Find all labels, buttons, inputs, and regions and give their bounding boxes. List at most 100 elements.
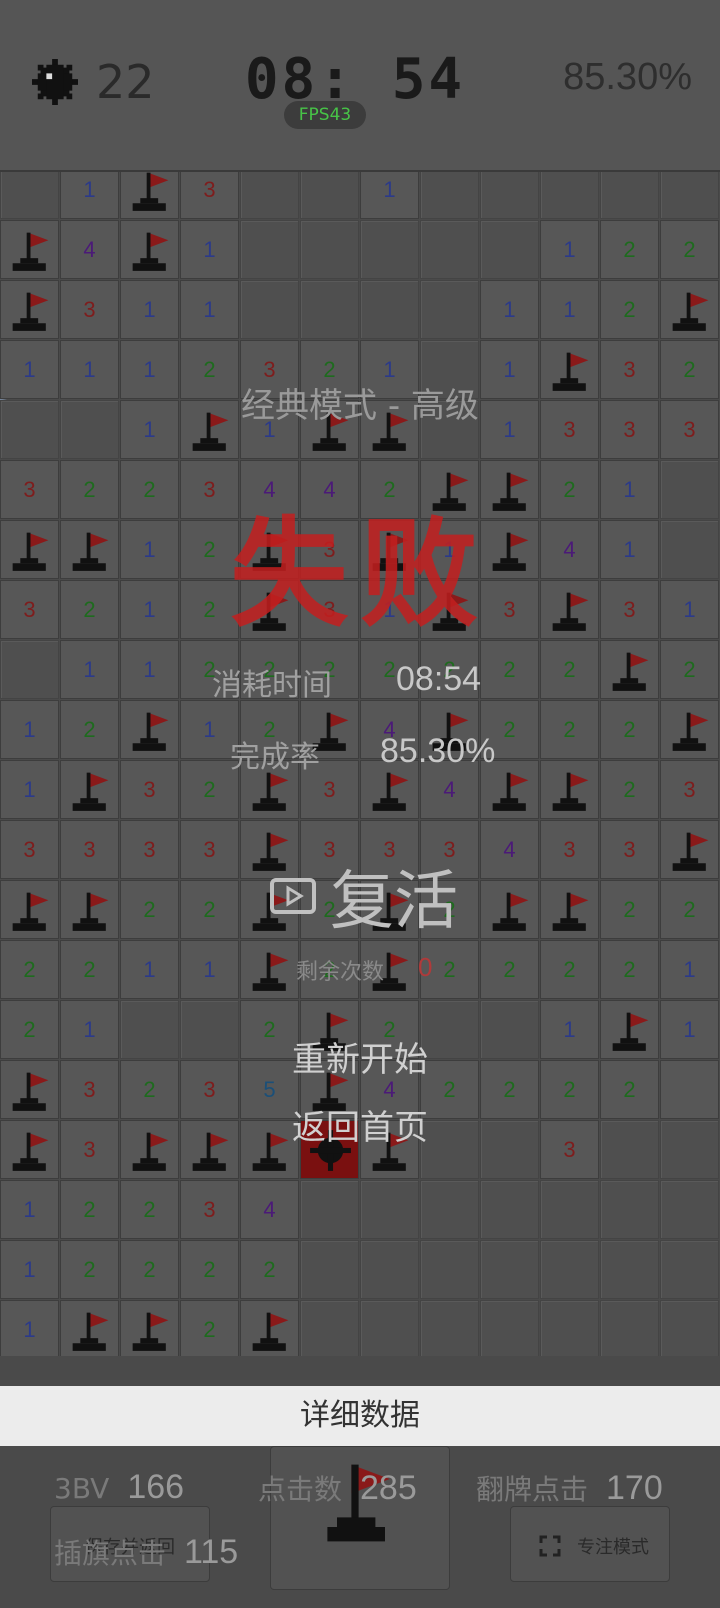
flagged-cell[interactable] <box>60 1300 119 1356</box>
number-cell[interactable]: 1 <box>0 760 59 819</box>
number-cell[interactable]: 1 <box>0 700 59 759</box>
unopened-cell[interactable] <box>300 172 359 219</box>
unopened-cell[interactable] <box>240 220 299 279</box>
unopened-cell[interactable] <box>540 1180 599 1239</box>
unopened-cell[interactable] <box>240 172 299 219</box>
flagged-cell[interactable] <box>540 760 599 819</box>
unopened-cell[interactable] <box>480 1180 539 1239</box>
flagged-cell[interactable] <box>660 820 719 879</box>
flagged-cell[interactable] <box>120 172 179 219</box>
unopened-cell[interactable] <box>600 172 659 219</box>
flagged-cell[interactable] <box>0 220 59 279</box>
number-cell[interactable]: 3 <box>180 820 239 879</box>
unopened-cell[interactable] <box>420 280 479 339</box>
unopened-cell[interactable] <box>360 220 419 279</box>
number-cell[interactable]: 2 <box>120 1180 179 1239</box>
flagged-cell[interactable] <box>60 880 119 939</box>
flagged-cell[interactable] <box>0 880 59 939</box>
unopened-cell[interactable] <box>420 1300 479 1356</box>
flagged-cell[interactable] <box>120 700 179 759</box>
flagged-cell[interactable] <box>660 700 719 759</box>
flagged-cell[interactable] <box>540 880 599 939</box>
unopened-cell[interactable] <box>0 172 59 219</box>
focus-mode-button[interactable]: 专注模式 <box>510 1506 670 1582</box>
number-cell[interactable]: 1 <box>0 1300 59 1356</box>
flagged-cell[interactable] <box>120 220 179 279</box>
number-cell[interactable]: 3 <box>540 820 599 879</box>
number-cell[interactable]: 2 <box>120 880 179 939</box>
unopened-cell[interactable] <box>600 1240 659 1299</box>
minesweeper-board[interactable]: 1314112231111211123211321113333223442211… <box>0 172 720 1356</box>
number-cell[interactable]: 2 <box>180 1300 239 1356</box>
unopened-cell[interactable] <box>300 1300 359 1356</box>
unopened-cell[interactable] <box>360 280 419 339</box>
number-cell[interactable]: 3 <box>120 760 179 819</box>
number-cell[interactable]: 1 <box>180 940 239 999</box>
unopened-cell[interactable] <box>420 172 479 219</box>
unopened-cell[interactable] <box>300 1180 359 1239</box>
number-cell[interactable]: 3 <box>180 1180 239 1239</box>
unopened-cell[interactable] <box>300 280 359 339</box>
home-button[interactable]: 返回首页 <box>0 1100 720 1149</box>
number-cell[interactable]: 3 <box>120 820 179 879</box>
number-cell[interactable]: 2 <box>660 880 719 939</box>
number-cell[interactable]: 2 <box>480 940 539 999</box>
number-cell[interactable]: 1 <box>60 172 119 219</box>
number-cell[interactable]: 2 <box>600 700 659 759</box>
number-cell[interactable]: 1 <box>480 280 539 339</box>
unopened-cell[interactable] <box>480 172 539 219</box>
number-cell[interactable]: 4 <box>240 1180 299 1239</box>
flagged-cell[interactable] <box>660 280 719 339</box>
number-cell[interactable]: 2 <box>660 220 719 279</box>
unopened-cell[interactable] <box>420 1180 479 1239</box>
unopened-cell[interactable] <box>540 172 599 219</box>
number-cell[interactable]: 2 <box>540 700 599 759</box>
unopened-cell[interactable] <box>600 1300 659 1356</box>
number-cell[interactable]: 3 <box>60 820 119 879</box>
unopened-cell[interactable] <box>600 1180 659 1239</box>
number-cell[interactable]: 2 <box>180 1240 239 1299</box>
flagged-cell[interactable] <box>60 760 119 819</box>
unopened-cell[interactable] <box>660 172 719 219</box>
number-cell[interactable]: 1 <box>120 280 179 339</box>
restart-button[interactable]: 重新开始 <box>0 1032 720 1081</box>
number-cell[interactable]: 2 <box>540 940 599 999</box>
number-cell[interactable]: 3 <box>660 760 719 819</box>
flagged-cell[interactable] <box>240 940 299 999</box>
number-cell[interactable]: 2 <box>600 880 659 939</box>
number-cell[interactable]: 2 <box>60 1240 119 1299</box>
number-cell[interactable]: 2 <box>60 940 119 999</box>
number-cell[interactable]: 3 <box>180 172 239 219</box>
number-cell[interactable]: 1 <box>120 940 179 999</box>
number-cell[interactable]: 1 <box>0 1240 59 1299</box>
number-cell[interactable]: 2 <box>120 1240 179 1299</box>
number-cell[interactable]: 3 <box>0 820 59 879</box>
unopened-cell[interactable] <box>360 1240 419 1299</box>
number-cell[interactable]: 2 <box>600 220 659 279</box>
number-cell[interactable]: 4 <box>480 820 539 879</box>
number-cell[interactable]: 3 <box>600 820 659 879</box>
unopened-cell[interactable] <box>420 1240 479 1299</box>
number-cell[interactable]: 1 <box>180 220 239 279</box>
number-cell[interactable]: 1 <box>540 280 599 339</box>
unopened-cell[interactable] <box>360 1180 419 1239</box>
flagged-cell[interactable] <box>120 1300 179 1356</box>
number-cell[interactable]: 2 <box>240 1240 299 1299</box>
number-cell[interactable]: 1 <box>0 1180 59 1239</box>
number-cell[interactable]: 2 <box>60 1180 119 1239</box>
unopened-cell[interactable] <box>300 1240 359 1299</box>
unopened-cell[interactable] <box>480 1300 539 1356</box>
number-cell[interactable]: 2 <box>600 760 659 819</box>
unopened-cell[interactable] <box>300 220 359 279</box>
revive-button[interactable]: 复活 <box>270 856 458 939</box>
unopened-cell[interactable] <box>660 1180 719 1239</box>
unopened-cell[interactable] <box>660 1300 719 1356</box>
unopened-cell[interactable] <box>420 220 479 279</box>
number-cell[interactable]: 4 <box>60 220 119 279</box>
unopened-cell[interactable] <box>240 280 299 339</box>
number-cell[interactable]: 1 <box>660 940 719 999</box>
unopened-cell[interactable] <box>540 1300 599 1356</box>
number-cell[interactable]: 3 <box>60 280 119 339</box>
unopened-cell[interactable] <box>540 1240 599 1299</box>
number-cell[interactable]: 1 <box>180 280 239 339</box>
